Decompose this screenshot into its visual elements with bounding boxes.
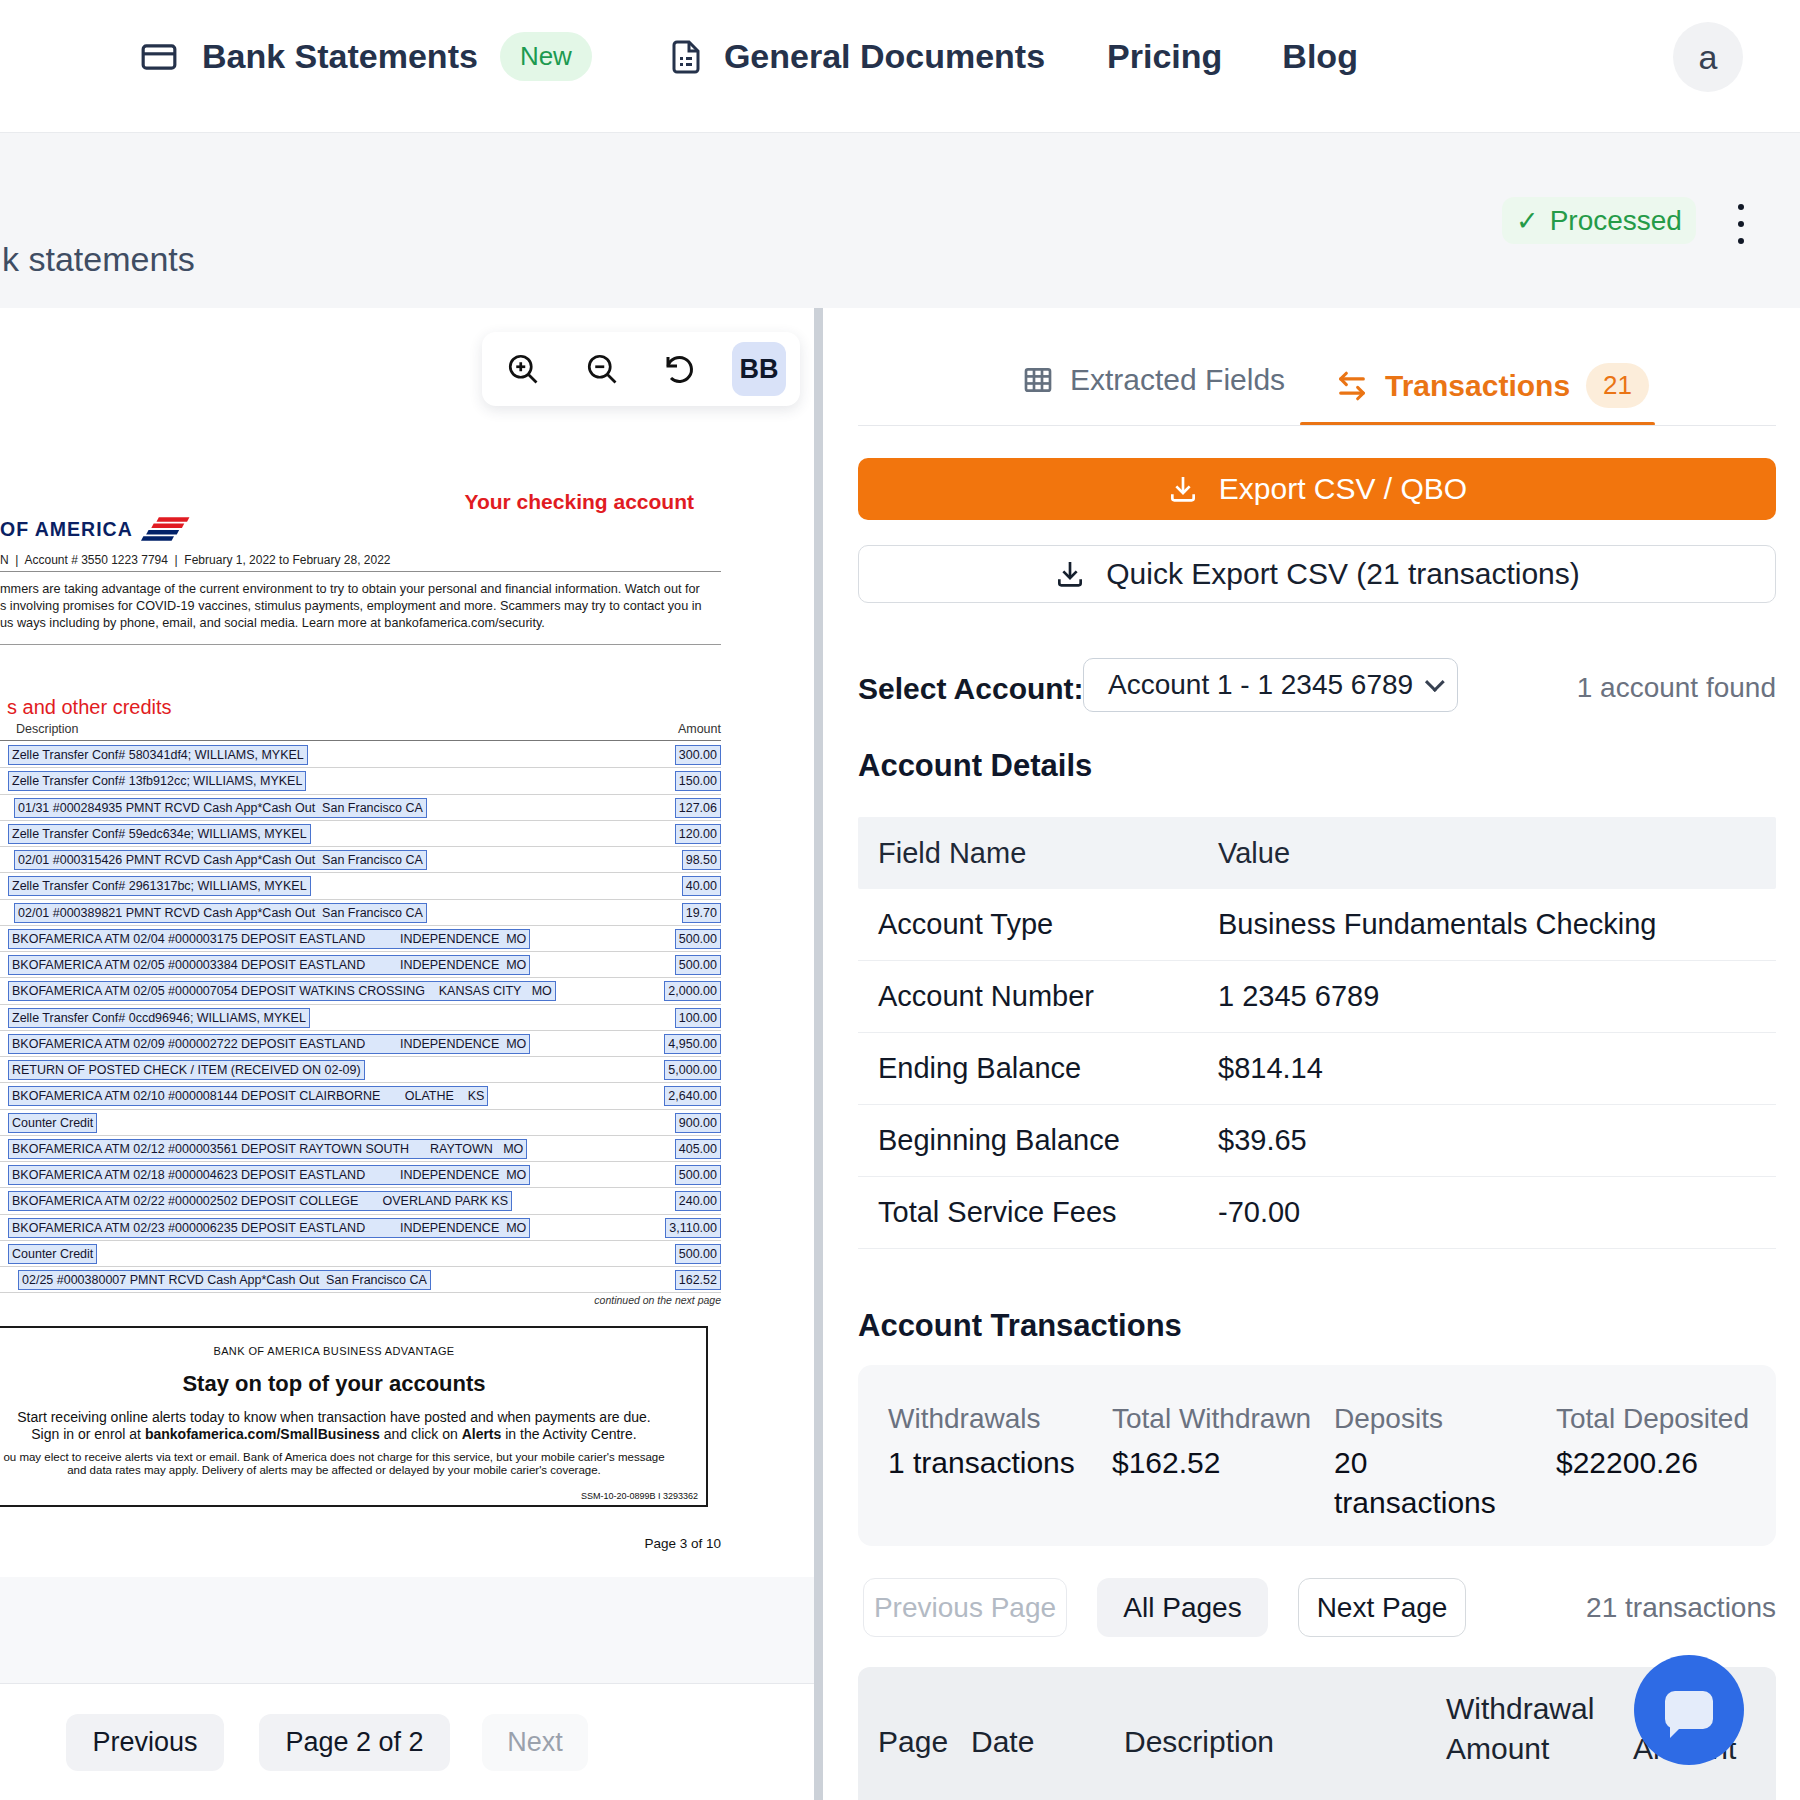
- bofa-flag-icon: [140, 515, 194, 543]
- statement-row: 02/01 #000389821 PMNT RCVD Cash App*Cash…: [0, 900, 721, 926]
- account-transactions-title: Account Transactions: [858, 1308, 1182, 1344]
- statement-row: BKOFAMERICA ATM 02/18 #000004623 DEPOSIT…: [0, 1162, 721, 1188]
- summary-total-withdrawn: Total Withdrawn $162.52: [1112, 1403, 1334, 1546]
- accounts-found-label: 1 account found: [1577, 672, 1776, 704]
- panel-divider[interactable]: [814, 308, 823, 1800]
- select-account-label: Select Account:: [858, 672, 1084, 706]
- statement-page: Your checking account OF AMERICA N | Acc…: [0, 308, 815, 1577]
- statement-rows: Zelle Transfer Conf# 580341df4; WILLIAMS…: [0, 742, 721, 1293]
- statement-page-number: Page 3 of 10: [644, 1536, 721, 1551]
- viewer-pagination: Previous Page 2 of 2 Next: [0, 1683, 815, 1800]
- statement-row: BKOFAMERICA ATM 02/09 #000002722 DEPOSIT…: [0, 1031, 721, 1057]
- transactions-count-label: 21 transactions: [1586, 1592, 1776, 1624]
- all-pages-button[interactable]: All Pages: [1097, 1578, 1268, 1637]
- statement-row: Zelle Transfer Conf# 13fb912cc; WILLIAMS…: [0, 768, 721, 794]
- table-row: Account Number1 2345 6789: [858, 961, 1776, 1033]
- statement-row: Zelle Transfer Conf# 59edc634e; WILLIAMS…: [0, 821, 721, 847]
- summary-withdrawals: Withdrawals 1 transactions: [888, 1403, 1112, 1546]
- export-csv-qbo-button[interactable]: Export CSV / QBO: [858, 458, 1776, 520]
- table-row: Beginning Balance$39.65: [858, 1105, 1776, 1177]
- statement-ad-box: BANK OF AMERICA BUSINESS ADVANTAGE Stay …: [0, 1326, 708, 1507]
- summary-deposits: Deposits 20 transactions: [1334, 1403, 1556, 1546]
- chat-bubble-icon: [1665, 1691, 1713, 1729]
- nav-pricing[interactable]: Pricing: [1107, 37, 1222, 76]
- nav-general-documents[interactable]: General Documents: [668, 37, 1045, 76]
- zoom-in-button[interactable]: [496, 342, 550, 396]
- table-icon: [1022, 364, 1054, 396]
- download-icon: [1054, 558, 1086, 590]
- divider: [0, 571, 721, 572]
- previous-page-button[interactable]: Previous Page: [863, 1578, 1067, 1637]
- statement-row: BKOFAMERICA ATM 02/05 #000003384 DEPOSIT…: [0, 952, 721, 978]
- page-title: k statements: [2, 240, 195, 279]
- transactions-pagination: Previous Page All Pages Next Page 21 tra…: [858, 1578, 1776, 1638]
- tab-transactions[interactable]: Transactions 21: [1335, 363, 1649, 408]
- zoom-out-button[interactable]: [575, 342, 629, 396]
- table-row: Account TypeBusiness Fundamentals Checki…: [858, 889, 1776, 961]
- account-select[interactable]: Account 1 - 1 2345 6789: [1083, 658, 1458, 712]
- table-row: Ending Balance$814.14: [858, 1033, 1776, 1105]
- top-navbar: Bank Statements New General Documents Pr…: [0, 0, 1800, 133]
- viewer-toolbar: BB: [482, 332, 800, 406]
- account-details-title: Account Details: [858, 748, 1092, 784]
- divider: [0, 644, 721, 645]
- credit-card-icon: [140, 38, 178, 76]
- statement-row: 02/25 #000380007 PMNT RCVD Cash App*Cash…: [0, 1267, 721, 1293]
- statement-row: 02/01 #000315426 PMNT RCVD Cash App*Cash…: [0, 847, 721, 873]
- statement-col-description: Description: [16, 722, 79, 736]
- statement-row: Zelle Transfer Conf# 580341df4; WILLIAMS…: [0, 742, 721, 768]
- download-icon: [1167, 473, 1199, 505]
- check-icon: ✓: [1516, 205, 1539, 237]
- bb-toggle-button[interactable]: BB: [732, 342, 786, 396]
- table-header-row: Field Name Value: [858, 817, 1776, 889]
- transactions-summary-card: Withdrawals 1 transactions Total Withdra…: [858, 1365, 1776, 1546]
- next-page-button[interactable]: Next Page: [1298, 1578, 1466, 1637]
- account-details-table: Field Name Value Account TypeBusiness Fu…: [858, 817, 1776, 1249]
- statement-account-line: N | Account # 3550 1223 7794 | February …: [0, 553, 391, 567]
- new-badge: New: [500, 32, 592, 81]
- statement-section-heading: s and other credits: [7, 696, 172, 719]
- statement-row: BKOFAMERICA ATM 02/04 #000003175 DEPOSIT…: [0, 926, 721, 952]
- transactions-icon: [1335, 369, 1369, 403]
- quick-export-button[interactable]: Quick Export CSV (21 transactions): [858, 545, 1776, 603]
- document-viewer: Your checking account OF AMERICA N | Acc…: [0, 308, 815, 1800]
- table-row: Total Service Fees-70.00: [858, 1177, 1776, 1249]
- chat-widget-button[interactable]: [1634, 1655, 1744, 1765]
- page-indicator: Page 2 of 2: [259, 1714, 450, 1771]
- kebab-menu[interactable]: [1733, 204, 1749, 244]
- status-badge: ✓ Processed: [1502, 197, 1696, 244]
- statement-row: BKOFAMERICA ATM 02/23 #000006235 DEPOSIT…: [0, 1215, 721, 1241]
- extraction-panel: Extracted Fields Transactions 21 Export …: [823, 308, 1800, 1800]
- statement-row: 01/31 #000284935 PMNT RCVD Cash App*Cash…: [0, 795, 721, 821]
- divider: [0, 740, 721, 741]
- divider: [858, 425, 1776, 426]
- avatar[interactable]: a: [1673, 22, 1743, 92]
- statement-row: Counter Credit500.00: [0, 1241, 721, 1267]
- summary-total-deposited: Total Deposited $22200.26: [1556, 1403, 1776, 1546]
- statement-row: BKOFAMERICA ATM 02/05 #000007054 DEPOSIT…: [0, 978, 721, 1004]
- statement-continued: continued on the next page: [594, 1294, 721, 1306]
- statement-row: BKOFAMERICA ATM 02/22 #000002502 DEPOSIT…: [0, 1188, 721, 1214]
- bofa-logo: OF AMERICA: [0, 515, 194, 543]
- chevron-down-icon: [1425, 672, 1445, 692]
- tab-extracted-fields[interactable]: Extracted Fields: [1022, 363, 1285, 397]
- statement-row: BKOFAMERICA ATM 02/12 #000003561 DEPOSIT…: [0, 1136, 721, 1162]
- transactions-count-badge: 21: [1586, 363, 1649, 408]
- statement-row: Zelle Transfer Conf# 0ccd96946; WILLIAMS…: [0, 1005, 721, 1031]
- nav-bank-statements[interactable]: Bank Statements New: [140, 32, 592, 81]
- statement-checking-title: Your checking account: [465, 490, 695, 514]
- statement-col-amount: Amount: [678, 722, 721, 736]
- nav-blog[interactable]: Blog: [1282, 37, 1358, 76]
- previous-button[interactable]: Previous: [66, 1714, 224, 1771]
- statement-row: BKOFAMERICA ATM 02/10 #000008144 DEPOSIT…: [0, 1083, 721, 1109]
- statement-notice: mmers are taking advantage of the curren…: [0, 581, 702, 632]
- statement-row: Zelle Transfer Conf# 2961317bc; WILLIAMS…: [0, 873, 721, 899]
- rotate-button[interactable]: [653, 342, 707, 396]
- statement-row: Counter Credit900.00: [0, 1110, 721, 1136]
- document-icon: [668, 39, 704, 75]
- next-button[interactable]: Next: [482, 1714, 588, 1771]
- statement-row: RETURN OF POSTED CHECK / ITEM (RECEIVED …: [0, 1057, 721, 1083]
